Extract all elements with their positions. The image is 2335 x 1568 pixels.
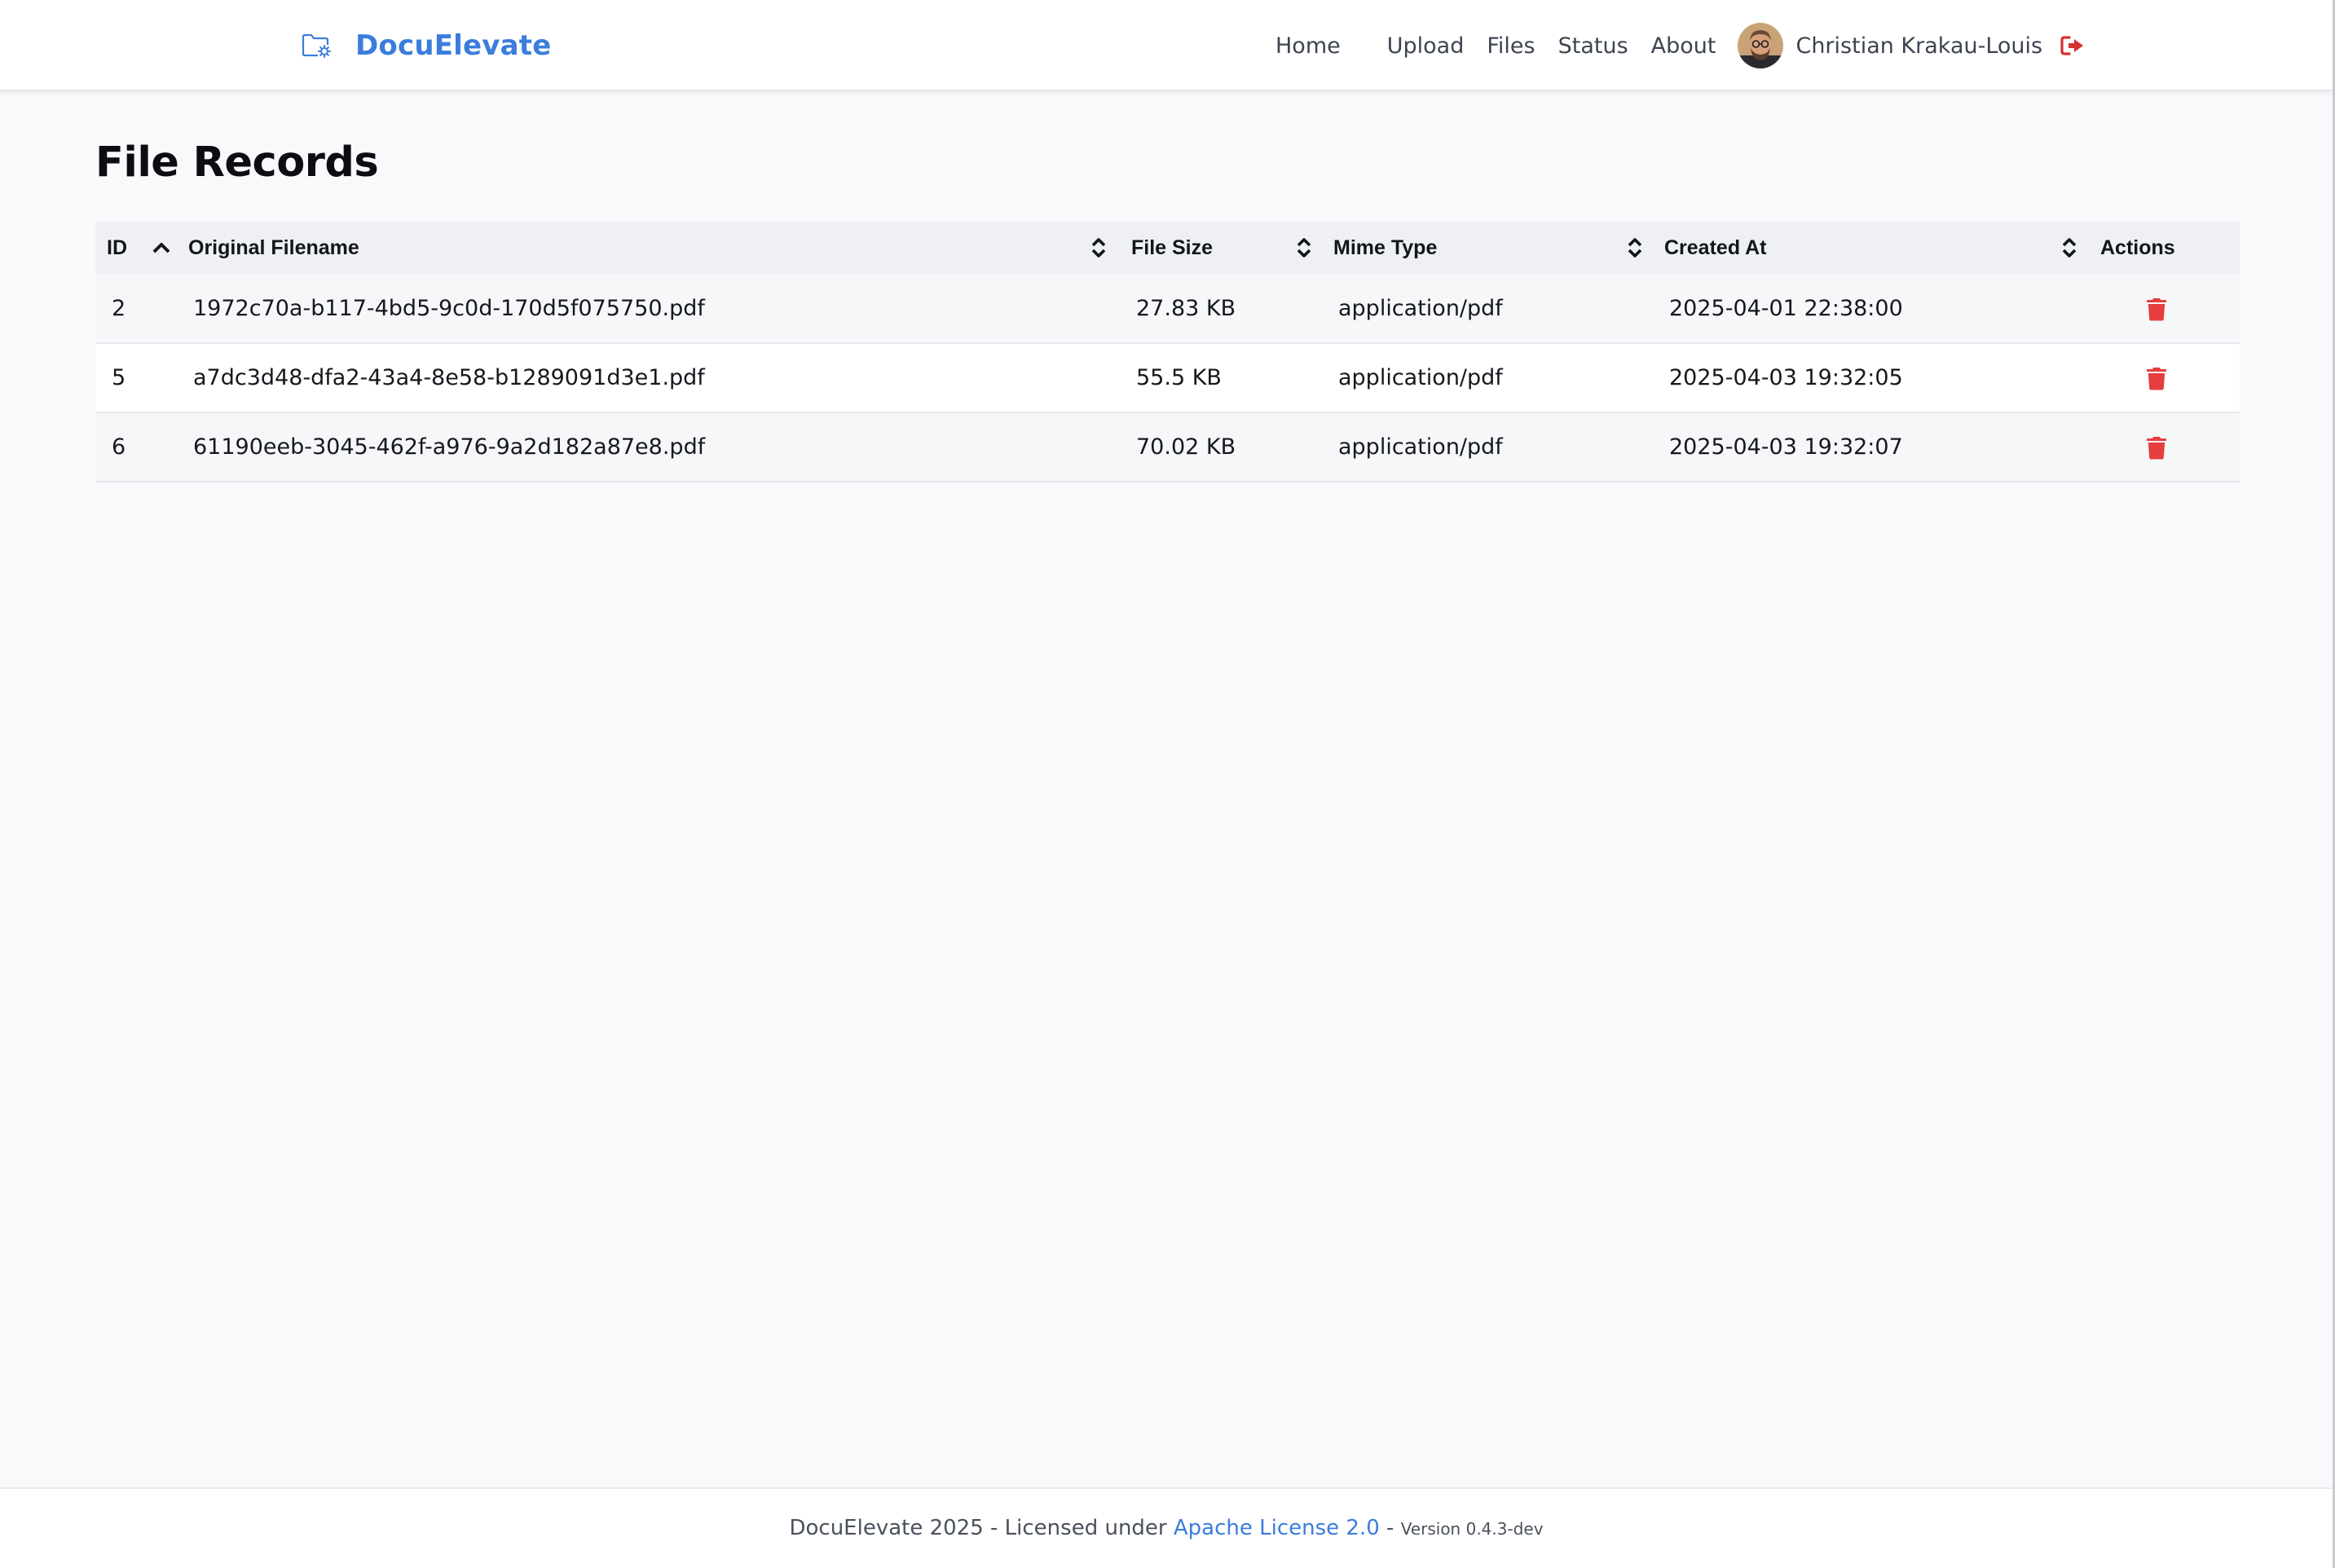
cell-actions bbox=[2089, 274, 2240, 343]
cell-size: 55.5 KB bbox=[1136, 365, 1222, 390]
nav-about[interactable]: About bbox=[1651, 33, 1716, 59]
cell-mime: application/pdf bbox=[1338, 365, 1503, 390]
page: DocuElevate Home Upload Files Status Abo… bbox=[0, 0, 2335, 1568]
cell-filename: 61190eeb-3045-462f-a976-9a2d182a87e8.pdf bbox=[193, 434, 706, 460]
table-row: 5 a7dc3d48-dfa2-43a4-8e58-b1289091d3e1.p… bbox=[95, 343, 2240, 412]
brand-name: DocuElevate bbox=[355, 29, 552, 62]
file-records-table: ID Original Filename File Size Mime Type… bbox=[95, 222, 2240, 482]
brand-link[interactable]: DocuElevate bbox=[302, 23, 552, 68]
footer-prefix: DocuElevate 2025 - Licensed under bbox=[789, 1515, 1174, 1540]
cell-id: 2 bbox=[112, 295, 126, 321]
trash-icon bbox=[2147, 436, 2166, 460]
cell-mime: application/pdf bbox=[1338, 295, 1503, 321]
cell-created: 2025-04-01 22:38:00 bbox=[1669, 295, 1903, 321]
sort-icon[interactable] bbox=[1627, 236, 1643, 259]
table-header-row: ID Original Filename File Size Mime Type… bbox=[95, 222, 2240, 274]
column-header-label: File Size bbox=[1131, 236, 1214, 259]
column-header-label: Original Filename bbox=[188, 236, 359, 259]
column-header-id[interactable]: ID bbox=[95, 222, 177, 274]
version-label: Version 0.4.3-dev bbox=[1400, 1518, 1544, 1539]
cell-filename: 1972c70a-b117-4bd5-9c0d-170d5f075750.pdf bbox=[193, 295, 705, 321]
column-header-label: Created At bbox=[1664, 236, 1767, 259]
nav-status[interactable]: Status bbox=[1558, 33, 1628, 59]
column-header-filename[interactable]: Original Filename bbox=[177, 222, 1120, 274]
column-header-label: Mime Type bbox=[1333, 236, 1438, 259]
column-header-label: ID bbox=[107, 236, 127, 259]
cell-size: 27.83 KB bbox=[1136, 295, 1236, 321]
sort-icon[interactable] bbox=[1090, 236, 1107, 259]
cell-actions bbox=[2089, 343, 2240, 412]
footer: DocuElevate 2025 - Licensed under Apache… bbox=[0, 1487, 2333, 1568]
nav-files[interactable]: Files bbox=[1487, 33, 1535, 59]
footer-text: DocuElevate 2025 - Licensed under Apache… bbox=[789, 1516, 1543, 1540]
sort-icon[interactable] bbox=[1296, 236, 1312, 259]
column-header-mime[interactable]: Mime Type bbox=[1322, 222, 1653, 274]
nav-home[interactable]: Home bbox=[1275, 33, 1341, 59]
cell-id: 5 bbox=[112, 365, 126, 390]
cell-created: 2025-04-03 19:32:07 bbox=[1669, 434, 1903, 460]
column-header-actions: Actions bbox=[2089, 222, 2240, 274]
folder-cog-icon bbox=[302, 33, 331, 58]
cell-actions bbox=[2089, 412, 2240, 482]
top-navbar: DocuElevate Home Upload Files Status Abo… bbox=[0, 0, 2333, 91]
cell-filename: a7dc3d48-dfa2-43a4-8e58-b1289091d3e1.pdf bbox=[193, 365, 705, 390]
cell-size: 70.02 KB bbox=[1136, 434, 1236, 460]
cell-id: 6 bbox=[112, 434, 126, 460]
user-name[interactable]: Christian Krakau-Louis bbox=[1795, 33, 2042, 59]
user-avatar[interactable] bbox=[1738, 23, 1784, 68]
table-row: 2 1972c70a-b117-4bd5-9c0d-170d5f075750.p… bbox=[95, 274, 2240, 343]
sort-icon[interactable] bbox=[2061, 236, 2077, 259]
sign-out-icon[interactable] bbox=[2060, 35, 2086, 56]
sort-up-icon[interactable] bbox=[152, 242, 170, 253]
cell-created: 2025-04-03 19:32:05 bbox=[1669, 365, 1903, 390]
delete-button[interactable] bbox=[2147, 367, 2166, 390]
license-link[interactable]: Apache License 2.0 bbox=[1174, 1516, 1380, 1540]
delete-button[interactable] bbox=[2147, 297, 2166, 321]
main-nav: Home Upload Files Status About Christian… bbox=[1275, 21, 2086, 70]
cell-mime: application/pdf bbox=[1338, 434, 1503, 460]
page-title: File Records bbox=[95, 139, 379, 187]
trash-icon bbox=[2147, 297, 2166, 321]
column-header-label: Actions bbox=[2100, 236, 2175, 259]
nav-upload[interactable]: Upload bbox=[1387, 33, 1465, 59]
table-row: 6 61190eeb-3045-462f-a976-9a2d182a87e8.p… bbox=[95, 412, 2240, 482]
delete-button[interactable] bbox=[2147, 436, 2166, 460]
column-header-created[interactable]: Created At bbox=[1653, 222, 2089, 274]
footer-separator: - bbox=[1379, 1515, 1401, 1540]
trash-icon bbox=[2147, 367, 2166, 390]
column-header-size[interactable]: File Size bbox=[1120, 222, 1322, 274]
